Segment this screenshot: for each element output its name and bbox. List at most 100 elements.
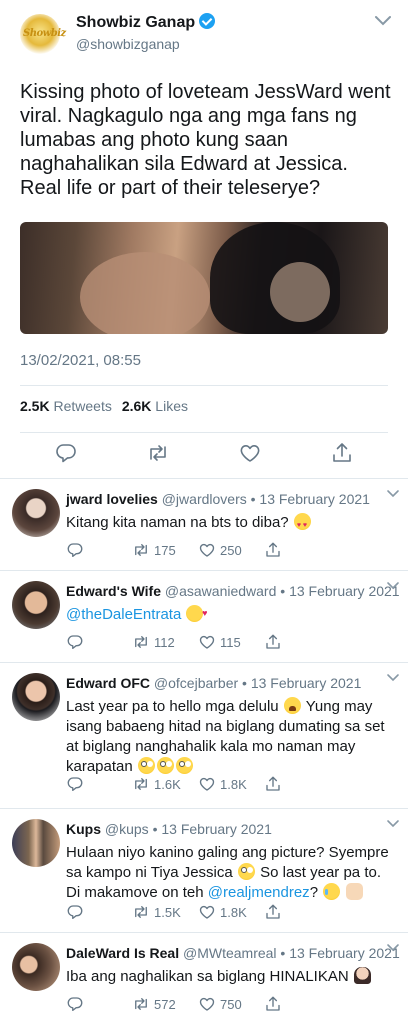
eye-roll-emoji (237, 863, 255, 880)
author-name[interactable]: Showbiz Ganap (76, 13, 216, 32)
retweet-button[interactable]: 1.5K (132, 903, 181, 923)
retweet-count: 1.6K (154, 777, 181, 792)
reply-icon (56, 444, 76, 463)
like-icon (199, 635, 215, 649)
tweet-photo[interactable] (20, 222, 388, 334)
reply-actions: 1.5K 1.8K (66, 903, 306, 923)
share-button[interactable] (264, 633, 282, 653)
facepalm-emoji (353, 967, 371, 984)
avatar[interactable] (12, 673, 60, 721)
share-icon (266, 542, 280, 557)
tweet-header: Showbiz Showbiz Ganap @showbizganap (20, 10, 400, 60)
author-handle[interactable]: @showbizganap (76, 36, 180, 52)
like-count: 750 (220, 997, 242, 1012)
like-button[interactable]: 1.8K (198, 775, 247, 795)
reply-tweet[interactable]: DaleWard Is Real @MWteamreal • 13 Februa… (0, 932, 408, 1024)
divider (20, 385, 388, 386)
retweet-count: 175 (154, 543, 176, 558)
reply-text: Last year pa to hello mga delulu Yung ma… (66, 697, 385, 775)
like-button[interactable]: 750 (198, 995, 242, 1015)
reply-actions: 572 750 (66, 995, 306, 1015)
like-button[interactable] (238, 441, 262, 465)
retweet-button[interactable]: 175 (132, 541, 176, 561)
divider (20, 432, 388, 433)
heart-eyes-emoji (293, 513, 311, 536)
retweet-button[interactable] (146, 441, 170, 465)
share-icon (266, 904, 280, 919)
retweet-button[interactable]: 572 (132, 995, 176, 1015)
reply-author[interactable]: Edward OFC @ofcejbarber • 13 February 20… (66, 675, 361, 691)
reply-tweet[interactable]: Edward's Wife @asawaniedward • 13 Februa… (0, 570, 408, 662)
chevron-down-icon[interactable] (386, 489, 400, 499)
reply-icon (67, 635, 83, 650)
reply-tweet[interactable]: Edward OFC @ofcejbarber • 13 February 20… (0, 662, 408, 802)
like-button[interactable]: 250 (198, 541, 242, 561)
reply-text: Iba ang naghalikan sa biglang HINALIKAN (66, 967, 398, 987)
reply-button[interactable] (66, 995, 84, 1015)
reply-author[interactable]: Edward's Wife @asawaniedward • 13 Februa… (66, 583, 400, 599)
share-button[interactable] (264, 995, 282, 1015)
reply-button[interactable] (66, 541, 84, 561)
chevron-down-icon[interactable] (386, 581, 400, 591)
weary-face-emoji (283, 697, 301, 714)
avatar[interactable] (12, 819, 60, 867)
reply-button[interactable] (66, 775, 84, 795)
share-button[interactable] (264, 903, 282, 923)
reply-icon (67, 997, 83, 1012)
reply-button[interactable] (54, 441, 78, 465)
tweet-text: Kissing photo of loveteam JessWard went … (20, 81, 391, 199)
mention-link[interactable]: @theDaleEntrata (66, 606, 181, 623)
like-button[interactable]: 1.8K (198, 903, 247, 923)
retweet-icon (135, 636, 147, 648)
reply-actions: 1.6K 1.8K (66, 775, 306, 795)
author-avatar[interactable]: Showbiz (20, 14, 66, 54)
reply-icon (67, 905, 83, 920)
reply-text: @theDaleEntrata (66, 603, 398, 625)
like-icon (199, 997, 215, 1011)
crying-face-emoji (323, 883, 341, 900)
avatar[interactable] (12, 581, 60, 629)
retweet-icon (135, 544, 147, 556)
chevron-down-icon[interactable] (386, 819, 400, 829)
like-icon (240, 445, 260, 462)
retweet-button[interactable]: 1.6K (132, 775, 181, 795)
reply-actions: 112 115 (66, 633, 306, 653)
avatar[interactable] (12, 943, 60, 991)
retweet-count: 112 (154, 635, 175, 650)
share-icon (266, 996, 280, 1011)
reply-text: Hulaan niyo kanino galing ang picture? S… (66, 844, 389, 901)
like-button[interactable]: 115 (198, 633, 241, 653)
reply-text: Kitang kita naman na bts to diba? (66, 513, 398, 536)
chevron-down-icon[interactable] (386, 673, 400, 683)
share-button[interactable] (264, 775, 282, 795)
retweet-button[interactable]: 112 (132, 633, 175, 653)
share-icon (266, 634, 280, 649)
retweet-icon (135, 778, 147, 790)
reply-button[interactable] (66, 633, 84, 653)
share-button[interactable] (264, 541, 282, 561)
like-icon (199, 543, 215, 557)
retweets-stat[interactable]: 2.5K Retweets (20, 398, 112, 414)
mention-link[interactable]: @realjmendrez (208, 884, 310, 901)
avatar[interactable] (12, 489, 60, 537)
reply-author[interactable]: jward lovelies @jwardlovers • 13 Februar… (66, 491, 370, 507)
like-count: 115 (220, 635, 241, 650)
tweet-actions (20, 441, 388, 465)
chevron-down-icon[interactable] (374, 14, 392, 28)
reply-tweet[interactable]: jward lovelies @jwardlovers • 13 Februar… (0, 478, 408, 570)
chevron-down-icon[interactable] (386, 943, 400, 953)
share-icon (266, 776, 280, 791)
reply-button[interactable] (66, 903, 84, 923)
raised-fist-emoji (346, 883, 364, 900)
reply-tweet[interactable]: Kups @kups • 13 February 2021 Hulaan niy… (0, 808, 408, 932)
retweet-count: 572 (154, 997, 176, 1012)
likes-stat[interactable]: 2.6K Likes (122, 398, 188, 414)
blowing-kiss-emoji (186, 603, 207, 623)
share-button[interactable] (330, 441, 354, 465)
like-icon (199, 777, 215, 791)
reply-author[interactable]: DaleWard Is Real @MWteamreal • 13 Februa… (66, 945, 400, 961)
main-tweet: Showbiz Showbiz Ganap @showbizganap Kiss… (0, 0, 408, 474)
like-count: 250 (220, 543, 242, 558)
reply-author[interactable]: Kups @kups • 13 February 2021 (66, 821, 272, 837)
retweet-icon (135, 906, 147, 918)
